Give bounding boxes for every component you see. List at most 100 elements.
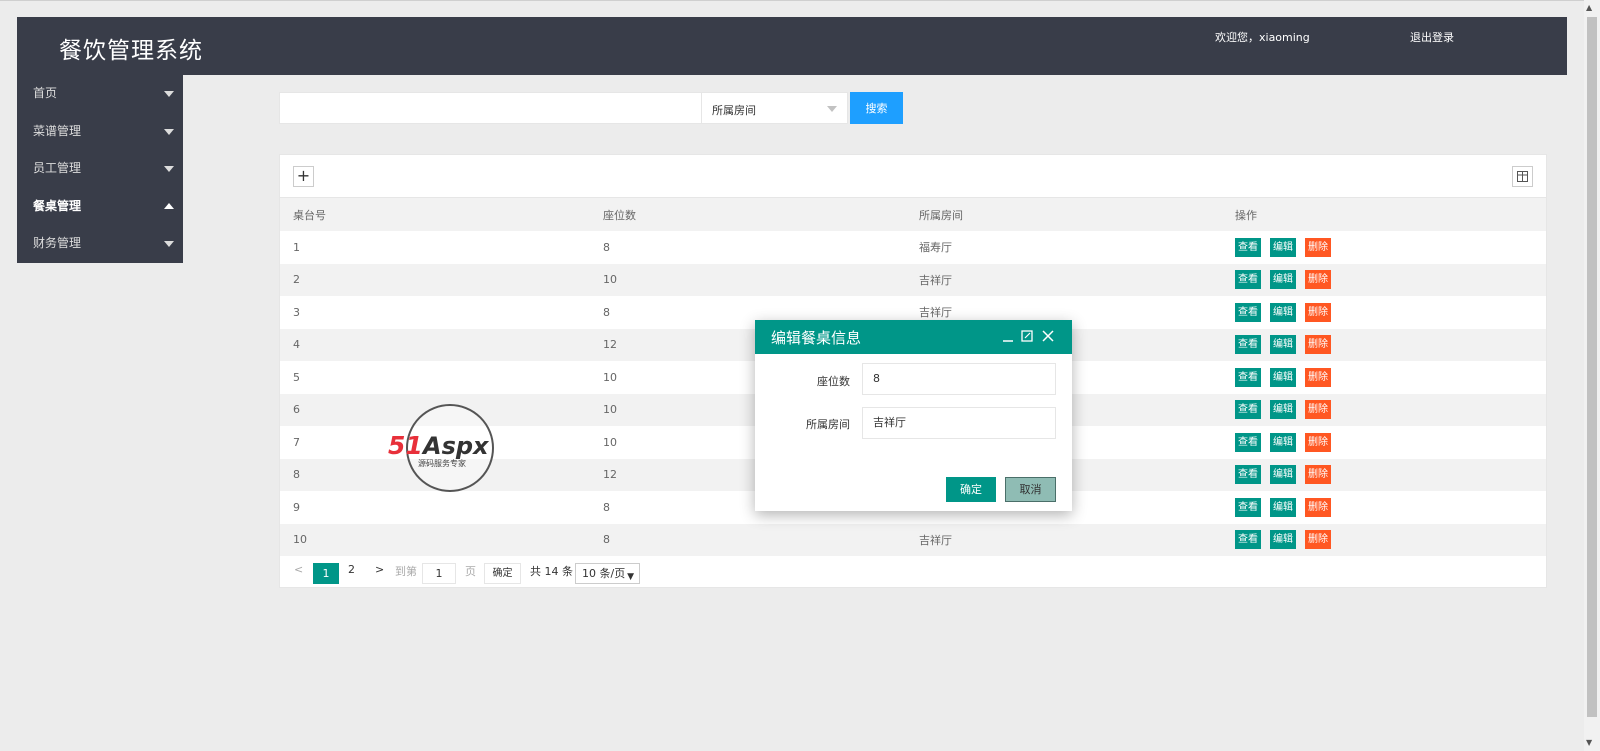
view-button[interactable]: 查看 bbox=[1235, 237, 1261, 257]
room-input[interactable]: 吉祥厅 bbox=[862, 407, 1056, 439]
delete-button[interactable]: 删除 bbox=[1305, 335, 1331, 355]
view-button[interactable]: 查看 bbox=[1235, 270, 1261, 290]
chevron-up-icon bbox=[164, 202, 174, 209]
cell-actions: 查看 编辑 删除 bbox=[1222, 426, 1546, 459]
search-button[interactable]: 搜索 bbox=[850, 92, 903, 124]
cancel-button[interactable]: 取消 bbox=[1005, 477, 1056, 502]
view-button[interactable]: 查看 bbox=[1235, 465, 1261, 485]
edit-button[interactable]: 编辑 bbox=[1270, 367, 1296, 387]
delete-button[interactable]: 删除 bbox=[1305, 270, 1331, 290]
sidebar-item-staff-management[interactable]: 员工管理 bbox=[17, 150, 183, 188]
watermark-logo: 51 Aspx 源码服务专家 bbox=[388, 404, 494, 492]
goto-page-input[interactable]: 1 bbox=[422, 563, 456, 584]
cell-actions: 查看 编辑 删除 bbox=[1222, 524, 1546, 557]
cell-actions: 查看 编辑 删除 bbox=[1222, 361, 1546, 394]
view-button[interactable]: 查看 bbox=[1235, 432, 1261, 452]
minimize-icon[interactable] bbox=[1001, 329, 1015, 343]
delete-button[interactable]: 删除 bbox=[1305, 530, 1331, 550]
page-1-button[interactable]: 1 bbox=[313, 563, 339, 584]
scroll-up-icon[interactable]: ▲ bbox=[1586, 3, 1592, 12]
columns-filter-button[interactable] bbox=[1512, 166, 1533, 187]
view-button[interactable]: 查看 bbox=[1235, 497, 1261, 517]
page-unit-label: 页 bbox=[465, 565, 476, 578]
app-title: 餐饮管理系统 bbox=[59, 38, 203, 64]
delete-button[interactable]: 删除 bbox=[1305, 497, 1331, 517]
cell-seats: 10 bbox=[603, 273, 617, 287]
sidebar-item-label: 首页 bbox=[33, 86, 58, 100]
svg-text:Aspx: Aspx bbox=[421, 432, 490, 460]
delete-button[interactable]: 删除 bbox=[1305, 237, 1331, 257]
sidebar-item-table-management[interactable]: 餐桌管理 bbox=[17, 188, 183, 226]
cell-table-no: 9 bbox=[293, 500, 300, 514]
svg-text:51: 51 bbox=[388, 431, 423, 460]
sidebar-item-label: 菜谱管理 bbox=[33, 123, 82, 138]
next-page-button[interactable]: > bbox=[375, 563, 384, 576]
confirm-button[interactable]: 确定 bbox=[946, 477, 996, 502]
cell-table-no: 5 bbox=[293, 370, 300, 384]
edit-button[interactable]: 编辑 bbox=[1270, 530, 1296, 550]
svg-text:源码服务专家: 源码服务专家 bbox=[418, 458, 466, 468]
goto-confirm-button[interactable]: 确定 bbox=[484, 563, 521, 584]
top-header: 餐饮管理系统 欢迎您，xiaoming 退出登录 bbox=[17, 17, 1567, 75]
page-size-value: 10 条/页 bbox=[582, 567, 626, 580]
view-button[interactable]: 查看 bbox=[1235, 302, 1261, 322]
view-button[interactable]: 查看 bbox=[1235, 367, 1261, 387]
room-select-value: 所属房间 bbox=[712, 104, 756, 117]
edit-button[interactable]: 编辑 bbox=[1270, 270, 1296, 290]
delete-button[interactable]: 删除 bbox=[1305, 367, 1331, 387]
room-select[interactable]: 所属房间 bbox=[701, 92, 848, 124]
col-header-seats: 座位数 bbox=[603, 208, 636, 222]
table-row: 1 8 福寿厅 查看 编辑 删除 bbox=[280, 231, 1546, 264]
table-header-row: 桌台号 座位数 所属房间 操作 bbox=[280, 198, 1546, 231]
sidebar-item-menu-management[interactable]: 菜谱管理 bbox=[17, 113, 183, 151]
maximize-icon[interactable] bbox=[1020, 329, 1034, 343]
edit-button[interactable]: 编辑 bbox=[1270, 497, 1296, 517]
scroll-down-icon[interactable]: ▼ bbox=[1586, 738, 1592, 747]
close-icon[interactable] bbox=[1041, 329, 1055, 343]
cell-actions: 查看 编辑 删除 bbox=[1222, 264, 1546, 297]
edit-table-dialog: 编辑餐桌信息 座位数 8 所属房间 吉祥厅 确定 取消 bbox=[755, 320, 1072, 511]
delete-button[interactable]: 删除 bbox=[1305, 432, 1331, 452]
view-button[interactable]: 查看 bbox=[1235, 400, 1261, 420]
edit-button[interactable]: 编辑 bbox=[1270, 432, 1296, 452]
sidebar-item-home[interactable]: 首页 bbox=[17, 75, 183, 113]
seats-input[interactable]: 8 bbox=[862, 363, 1056, 395]
delete-button[interactable]: 删除 bbox=[1305, 465, 1331, 485]
chevron-down-icon bbox=[164, 128, 174, 135]
table-row: 10 8 吉祥厅 查看 编辑 删除 bbox=[280, 523, 1546, 557]
view-button[interactable]: 查看 bbox=[1235, 335, 1261, 355]
sidebar-item-finance-management[interactable]: 财务管理 bbox=[17, 225, 183, 263]
cell-table-no: 3 bbox=[293, 305, 300, 319]
sidebar: 首页 菜谱管理 员工管理 餐桌管理 财务管理 bbox=[17, 75, 183, 263]
delete-button[interactable]: 删除 bbox=[1305, 400, 1331, 420]
add-button[interactable]: + bbox=[293, 166, 314, 187]
delete-button[interactable]: 删除 bbox=[1305, 302, 1331, 322]
edit-button[interactable]: 编辑 bbox=[1270, 237, 1296, 257]
sidebar-item-label: 餐桌管理 bbox=[33, 198, 82, 213]
col-header-room: 所属房间 bbox=[919, 208, 963, 222]
cell-table-no: 1 bbox=[293, 240, 300, 254]
chevron-down-icon bbox=[164, 91, 174, 97]
view-button[interactable]: 查看 bbox=[1235, 530, 1261, 550]
cell-room: 吉祥厅 bbox=[919, 273, 952, 287]
chevron-down-icon: ▼ bbox=[627, 572, 634, 582]
cell-actions: 查看 编辑 删除 bbox=[1222, 394, 1546, 427]
edit-button[interactable]: 编辑 bbox=[1270, 302, 1296, 322]
logout-link[interactable]: 退出登录 bbox=[1410, 29, 1454, 45]
scrollbar-thumb[interactable] bbox=[1587, 17, 1597, 717]
cell-actions: 查看 编辑 删除 bbox=[1222, 296, 1546, 329]
edit-button[interactable]: 编辑 bbox=[1270, 465, 1296, 485]
goto-label: 到第 bbox=[395, 565, 417, 578]
welcome-text: 欢迎您，xiaoming bbox=[1215, 31, 1310, 44]
sidebar-item-label: 员工管理 bbox=[33, 161, 82, 175]
dialog-title: 编辑餐桌信息 bbox=[771, 329, 862, 347]
page-size-select[interactable]: 10 条/页 ▼ bbox=[575, 563, 640, 584]
edit-button[interactable]: 编辑 bbox=[1270, 400, 1296, 420]
table-toolbar: + bbox=[280, 155, 1546, 198]
col-header-actions: 操作 bbox=[1235, 208, 1257, 222]
prev-page-button[interactable]: < bbox=[294, 563, 303, 576]
page-2-button[interactable]: 2 bbox=[348, 563, 355, 576]
search-input[interactable] bbox=[279, 92, 702, 124]
edit-button[interactable]: 编辑 bbox=[1270, 335, 1296, 355]
seats-label: 座位数 bbox=[817, 375, 850, 388]
